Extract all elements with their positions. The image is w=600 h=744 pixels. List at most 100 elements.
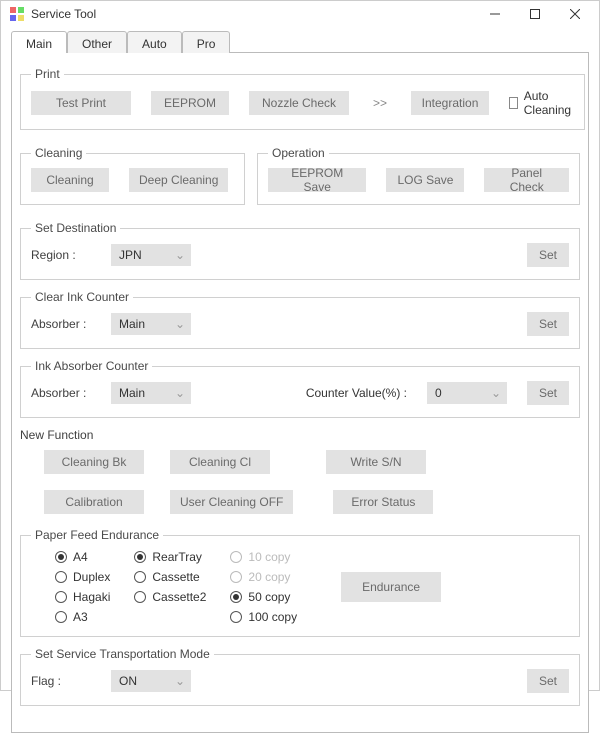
radio-label: Duplex	[73, 570, 110, 584]
counter-value-select[interactable]: 0 ⌄	[427, 382, 507, 404]
radio-a3[interactable]: A3	[55, 610, 110, 624]
eeprom-save-button[interactable]: EEPROM Save	[268, 168, 366, 192]
tab-label: Auto	[142, 37, 167, 51]
group-legend: Operation	[268, 146, 329, 160]
group-legend: Set Destination	[31, 221, 120, 235]
group-ink-absorber-counter: Ink Absorber Counter Absorber : Main ⌄ C…	[20, 359, 580, 418]
radio-icon	[55, 611, 67, 623]
radio-hagaki[interactable]: Hagaki	[55, 590, 110, 604]
clear-ink-set-button[interactable]: Set	[527, 312, 569, 336]
group-operation: Operation EEPROM Save LOG Save Panel Che…	[257, 146, 580, 205]
write-sn-button[interactable]: Write S/N	[326, 450, 426, 474]
panel-check-button[interactable]: Panel Check	[484, 168, 569, 192]
radio-label: 50 copy	[248, 590, 290, 604]
radio-label: RearTray	[152, 550, 202, 564]
radio-icon	[230, 591, 242, 603]
flag-select[interactable]: ON ⌄	[111, 670, 191, 692]
radio-50copy[interactable]: 50 copy	[230, 590, 297, 604]
integration-button[interactable]: Integration	[411, 91, 489, 115]
close-button[interactable]	[555, 1, 595, 27]
tab-auto[interactable]: Auto	[127, 31, 182, 53]
log-save-button[interactable]: LOG Save	[386, 168, 464, 192]
tab-label: Main	[26, 37, 52, 51]
error-status-button[interactable]: Error Status	[333, 490, 433, 514]
radio-icon	[55, 551, 67, 563]
region-select[interactable]: JPN ⌄	[111, 244, 191, 266]
titlebar: Service Tool	[1, 1, 599, 27]
absorber-label: Absorber :	[31, 317, 91, 331]
counter-value-label: Counter Value(%) :	[306, 386, 407, 400]
select-value: ON	[119, 674, 137, 688]
radio-reartray[interactable]: RearTray	[134, 550, 206, 564]
chevron-down-icon: ⌄	[175, 674, 185, 688]
tabpage-main: Print Test Print EEPROM Nozzle Check >> …	[11, 52, 589, 733]
eeprom-button[interactable]: EEPROM	[151, 91, 229, 115]
radio-duplex[interactable]: Duplex	[55, 570, 110, 584]
select-value: Main	[119, 386, 145, 400]
absorber-select[interactable]: Main ⌄	[111, 313, 191, 335]
arrow-icon: >>	[369, 96, 391, 110]
radio-20copy[interactable]: 20 copy	[230, 570, 297, 584]
radio-icon	[134, 591, 146, 603]
group-legend: Cleaning	[31, 146, 86, 160]
absorber-label: Absorber :	[31, 386, 91, 400]
paper-size-radiogroup: A4 Duplex Hagaki A3	[55, 550, 110, 624]
select-value: Main	[119, 317, 145, 331]
checkbox-label: Auto Cleaning	[524, 89, 575, 117]
absorber-select[interactable]: Main ⌄	[111, 382, 191, 404]
group-transportation-mode: Set Service Transportation Mode Flag : O…	[20, 647, 580, 706]
radio-label: A3	[73, 610, 88, 624]
minimize-button[interactable]	[475, 1, 515, 27]
chevron-down-icon: ⌄	[491, 386, 501, 400]
tab-label: Other	[82, 37, 112, 51]
cleaning-button[interactable]: Cleaning	[31, 168, 109, 192]
group-cleaning: Cleaning Cleaning Deep Cleaning	[20, 146, 245, 205]
auto-cleaning-checkbox[interactable]: Auto Cleaning	[509, 89, 574, 117]
radio-cassette2[interactable]: Cassette2	[134, 590, 206, 604]
group-paper-feed-endurance: Paper Feed Endurance A4 Duplex Hagaki A3…	[20, 528, 580, 637]
maximize-button[interactable]	[515, 1, 555, 27]
deep-cleaning-button[interactable]: Deep Cleaning	[129, 168, 228, 192]
radio-a4[interactable]: A4	[55, 550, 110, 564]
flag-label: Flag :	[31, 674, 91, 688]
radio-label: A4	[73, 550, 88, 564]
radio-icon	[134, 571, 146, 583]
radio-icon	[230, 571, 242, 583]
calibration-button[interactable]: Calibration	[44, 490, 144, 514]
radio-label: 10 copy	[248, 550, 290, 564]
paper-tray-radiogroup: RearTray Cassette Cassette2	[134, 550, 206, 604]
region-label: Region :	[31, 248, 91, 262]
radio-label: Hagaki	[73, 590, 110, 604]
chevron-down-icon: ⌄	[175, 248, 185, 262]
radio-label: Cassette2	[152, 590, 206, 604]
checkbox-icon	[509, 97, 518, 109]
radio-10copy[interactable]: 10 copy	[230, 550, 297, 564]
select-value: JPN	[119, 248, 142, 262]
radio-icon	[55, 571, 67, 583]
group-legend: Set Service Transportation Mode	[31, 647, 214, 661]
chevron-down-icon: ⌄	[175, 317, 185, 331]
radio-icon	[55, 591, 67, 603]
tab-strip: Main Other Auto Pro	[11, 31, 589, 53]
select-value: 0	[435, 386, 442, 400]
test-print-button[interactable]: Test Print	[31, 91, 131, 115]
tab-other[interactable]: Other	[67, 31, 127, 53]
cleaning-bk-button[interactable]: Cleaning Bk	[44, 450, 144, 474]
group-legend: Ink Absorber Counter	[31, 359, 152, 373]
ink-absorber-set-button[interactable]: Set	[527, 381, 569, 405]
tab-pro[interactable]: Pro	[182, 31, 231, 53]
tab-main[interactable]: Main	[11, 31, 67, 53]
cleaning-cl-button[interactable]: Cleaning Cl	[170, 450, 270, 474]
radio-100copy[interactable]: 100 copy	[230, 610, 297, 624]
user-cleaning-off-button[interactable]: User Cleaning OFF	[170, 490, 293, 514]
radio-icon	[230, 551, 242, 563]
endurance-button[interactable]: Endurance	[341, 572, 441, 602]
group-legend: Clear Ink Counter	[31, 290, 133, 304]
window-title: Service Tool	[31, 7, 96, 21]
app-icon	[9, 6, 25, 22]
transport-set-button[interactable]: Set	[527, 669, 569, 693]
group-clear-ink-counter: Clear Ink Counter Absorber : Main ⌄ Set	[20, 290, 580, 349]
radio-cassette[interactable]: Cassette	[134, 570, 206, 584]
nozzle-check-button[interactable]: Nozzle Check	[249, 91, 349, 115]
set-destination-set-button[interactable]: Set	[527, 243, 569, 267]
